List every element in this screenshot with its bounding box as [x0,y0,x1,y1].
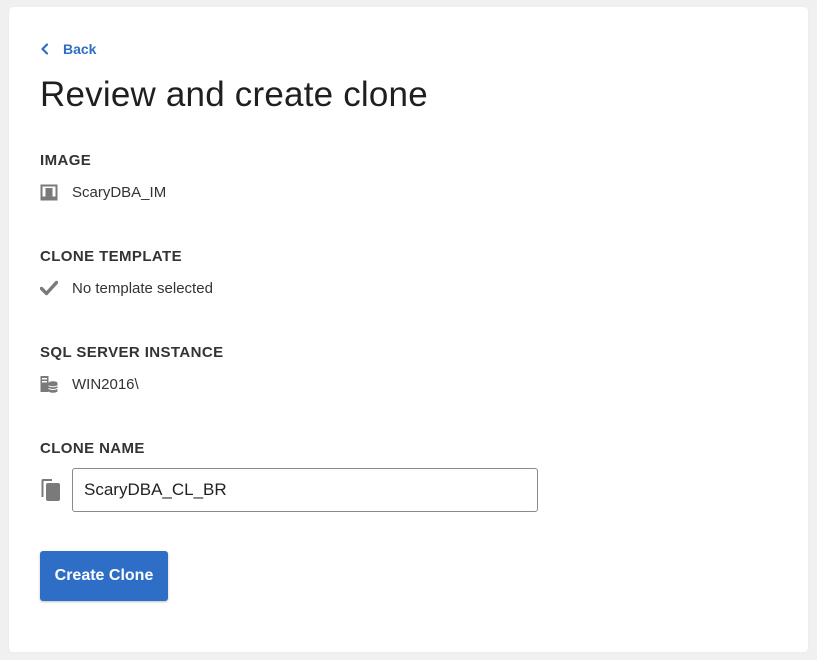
chevron-left-icon [41,43,49,55]
image-value: ScaryDBA_IM [72,183,167,201]
image-section: IMAGE ScaryDBA_IM [40,152,166,203]
create-clone-button[interactable]: Create Clone [40,551,168,601]
clone-name-input[interactable] [72,468,538,512]
back-label: Back [63,41,97,57]
clone-name-section: CLONE NAME [40,440,538,512]
clone-template-section: CLONE TEMPLATE No template selected [40,248,213,299]
clone-template-value: No template selected [72,279,213,297]
review-clone-panel: Back Review and create clone IMAGE Scary… [9,7,808,652]
database-server-icon [40,375,58,393]
copy-icon [40,478,62,502]
checkmark-icon [40,279,58,297]
sql-server-instance-value: WIN2016\ [72,375,139,393]
image-label: IMAGE [40,152,92,169]
sql-server-instance-label: SQL SERVER INSTANCE [40,344,224,361]
clone-name-label: CLONE NAME [40,440,145,457]
clone-template-label: CLONE TEMPLATE [40,248,182,265]
back-link[interactable]: Back [40,41,96,57]
page-title: Review and create clone [40,75,428,114]
sql-server-instance-section: SQL SERVER INSTANCE WIN2016\ [40,344,223,395]
image-icon [40,183,58,201]
